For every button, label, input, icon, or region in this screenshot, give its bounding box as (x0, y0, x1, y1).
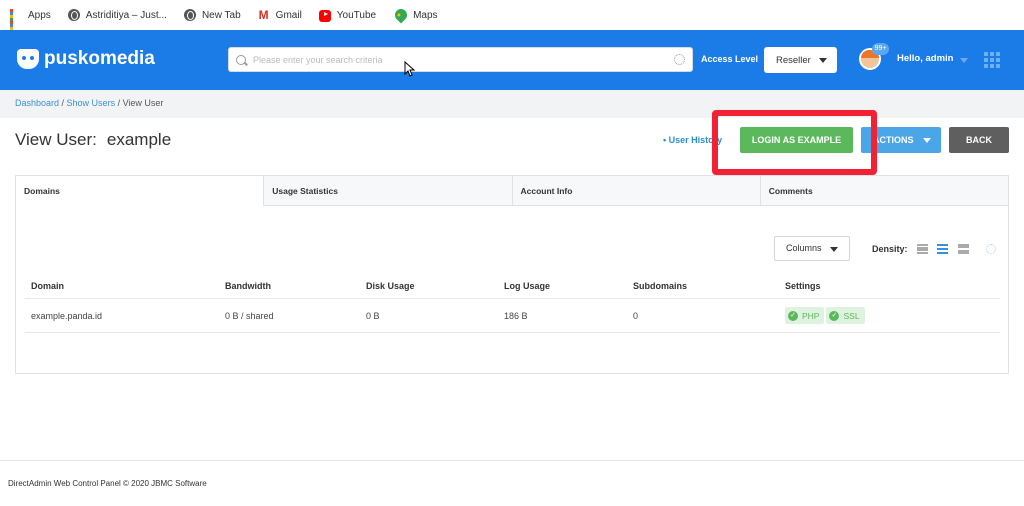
breadcrumb-current: View User (122, 98, 164, 108)
refresh-icon[interactable] (986, 244, 996, 254)
breadcrumb-show-users[interactable]: Show Users (67, 98, 116, 108)
table-header-row: Domain Bandwidth Disk Usage Log Usage Su… (25, 274, 1000, 299)
cell-bandwidth: 0 B / shared (225, 310, 274, 321)
page-title-label: View User: (15, 130, 97, 149)
actions-button-label: ACTIONS (873, 135, 914, 145)
page-title-username: example (106, 130, 172, 149)
bookmarks-bar: Apps Astriditiya – Just... New Tab M Gma… (0, 0, 1024, 36)
bookmark-apps[interactable]: Apps (10, 9, 51, 36)
ssl-badge: ✓ SSL (826, 307, 865, 324)
tab-account-info[interactable]: Account Info (511, 176, 760, 205)
bookmark-new-tab[interactable]: New Tab (183, 9, 241, 21)
domains-table: Domain Bandwidth Disk Usage Log Usage Su… (25, 274, 1000, 333)
notification-badge[interactable]: 99+ (872, 43, 889, 55)
columns-label: Columns (786, 243, 822, 253)
search-box[interactable] (228, 47, 693, 72)
bookmark-label: Astriditiya – Just... (85, 9, 167, 21)
chevron-down-icon (830, 247, 838, 252)
gmail-icon: M (258, 8, 269, 22)
bookmark-label: Apps (28, 9, 51, 21)
density-compact-icon[interactable] (917, 244, 928, 254)
search-settings-icon[interactable] (674, 54, 685, 65)
bookmark-youtube[interactable]: YouTube (318, 9, 377, 22)
cell-disk-usage: 0 B (366, 310, 380, 321)
bookmark-label: YouTube (336, 9, 377, 21)
php-label: PHP (802, 310, 820, 321)
bookmark-gmail[interactable]: M Gmail (258, 9, 302, 21)
column-header[interactable]: Settings (779, 281, 1000, 291)
cell-settings: ✓ PHP ✓ SSL (779, 307, 1000, 324)
page-title: View User: example (15, 130, 171, 150)
highlight-box (712, 110, 877, 175)
brand-logo[interactable]: puskomedia (17, 48, 155, 70)
user-tabs-panel: Domains Usage Statistics Account Info Co… (15, 175, 1009, 374)
breadcrumb-dashboard[interactable]: Dashboard (15, 98, 59, 108)
cell-domain[interactable]: example.panda.id (25, 311, 219, 321)
top-header: puskomedia Access Level Reseller 99+ Hel… (0, 30, 1024, 90)
density-comfortable-icon[interactable] (958, 244, 969, 254)
globe-icon (183, 9, 196, 21)
brand-name: puskomedia (44, 48, 155, 69)
logo-icon (17, 49, 39, 69)
bookmark-maps[interactable]: Maps (392, 6, 438, 24)
back-button[interactable]: BACK (949, 127, 1009, 153)
access-level-select[interactable]: Reseller (764, 47, 837, 73)
chevron-down-icon (819, 58, 827, 63)
check-icon: ✓ (829, 310, 840, 321)
maps-icon (392, 6, 410, 24)
tab-bar: Domains Usage Statistics Account Info Co… (16, 176, 1008, 207)
globe-icon (67, 9, 80, 21)
column-header[interactable]: Disk Usage (360, 281, 498, 291)
access-level-value: Reseller (776, 54, 811, 66)
bookmark-label: Gmail (275, 9, 302, 21)
cell-log-usage: 186 B (504, 310, 528, 321)
cell-subdomains: 0 (633, 310, 639, 321)
mouse-cursor-icon (404, 61, 416, 77)
density-label: Density: (872, 244, 908, 254)
apps-icon (10, 9, 22, 36)
tab-domains[interactable]: Domains (16, 176, 264, 207)
user-greeting[interactable]: Hello, admin (897, 53, 953, 64)
bookmark-label: New Tab (201, 9, 241, 21)
search-icon (236, 54, 246, 65)
table-row[interactable]: example.panda.id 0 B / shared 0 B 186 B … (25, 299, 1000, 333)
search-input[interactable] (253, 54, 674, 65)
php-badge: ✓ PHP (785, 307, 825, 324)
access-level-label: Access Level (701, 54, 759, 64)
tab-comments[interactable]: Comments (759, 176, 1008, 205)
tab-usage-statistics[interactable]: Usage Statistics (263, 176, 512, 205)
youtube-icon (318, 9, 331, 22)
check-icon: ✓ (788, 310, 798, 321)
column-header[interactable]: Bandwidth (219, 281, 360, 291)
ssl-label: SSL (843, 310, 860, 321)
column-header[interactable]: Subdomains (627, 281, 779, 291)
chevron-down-icon (923, 138, 931, 143)
density-normal-icon[interactable] (937, 244, 948, 254)
column-header[interactable]: Domain (25, 281, 219, 291)
bookmark-label: Maps (413, 9, 438, 21)
footer: DirectAdmin Web Control Panel © 2020 JBM… (0, 460, 1024, 506)
columns-dropdown[interactable]: Columns (774, 236, 850, 261)
chevron-down-icon[interactable] (960, 58, 968, 63)
column-header[interactable]: Log Usage (498, 281, 627, 291)
app-grid-icon[interactable] (984, 52, 1000, 68)
bookmark-astriditiya[interactable]: Astriditiya – Just... (67, 9, 167, 21)
